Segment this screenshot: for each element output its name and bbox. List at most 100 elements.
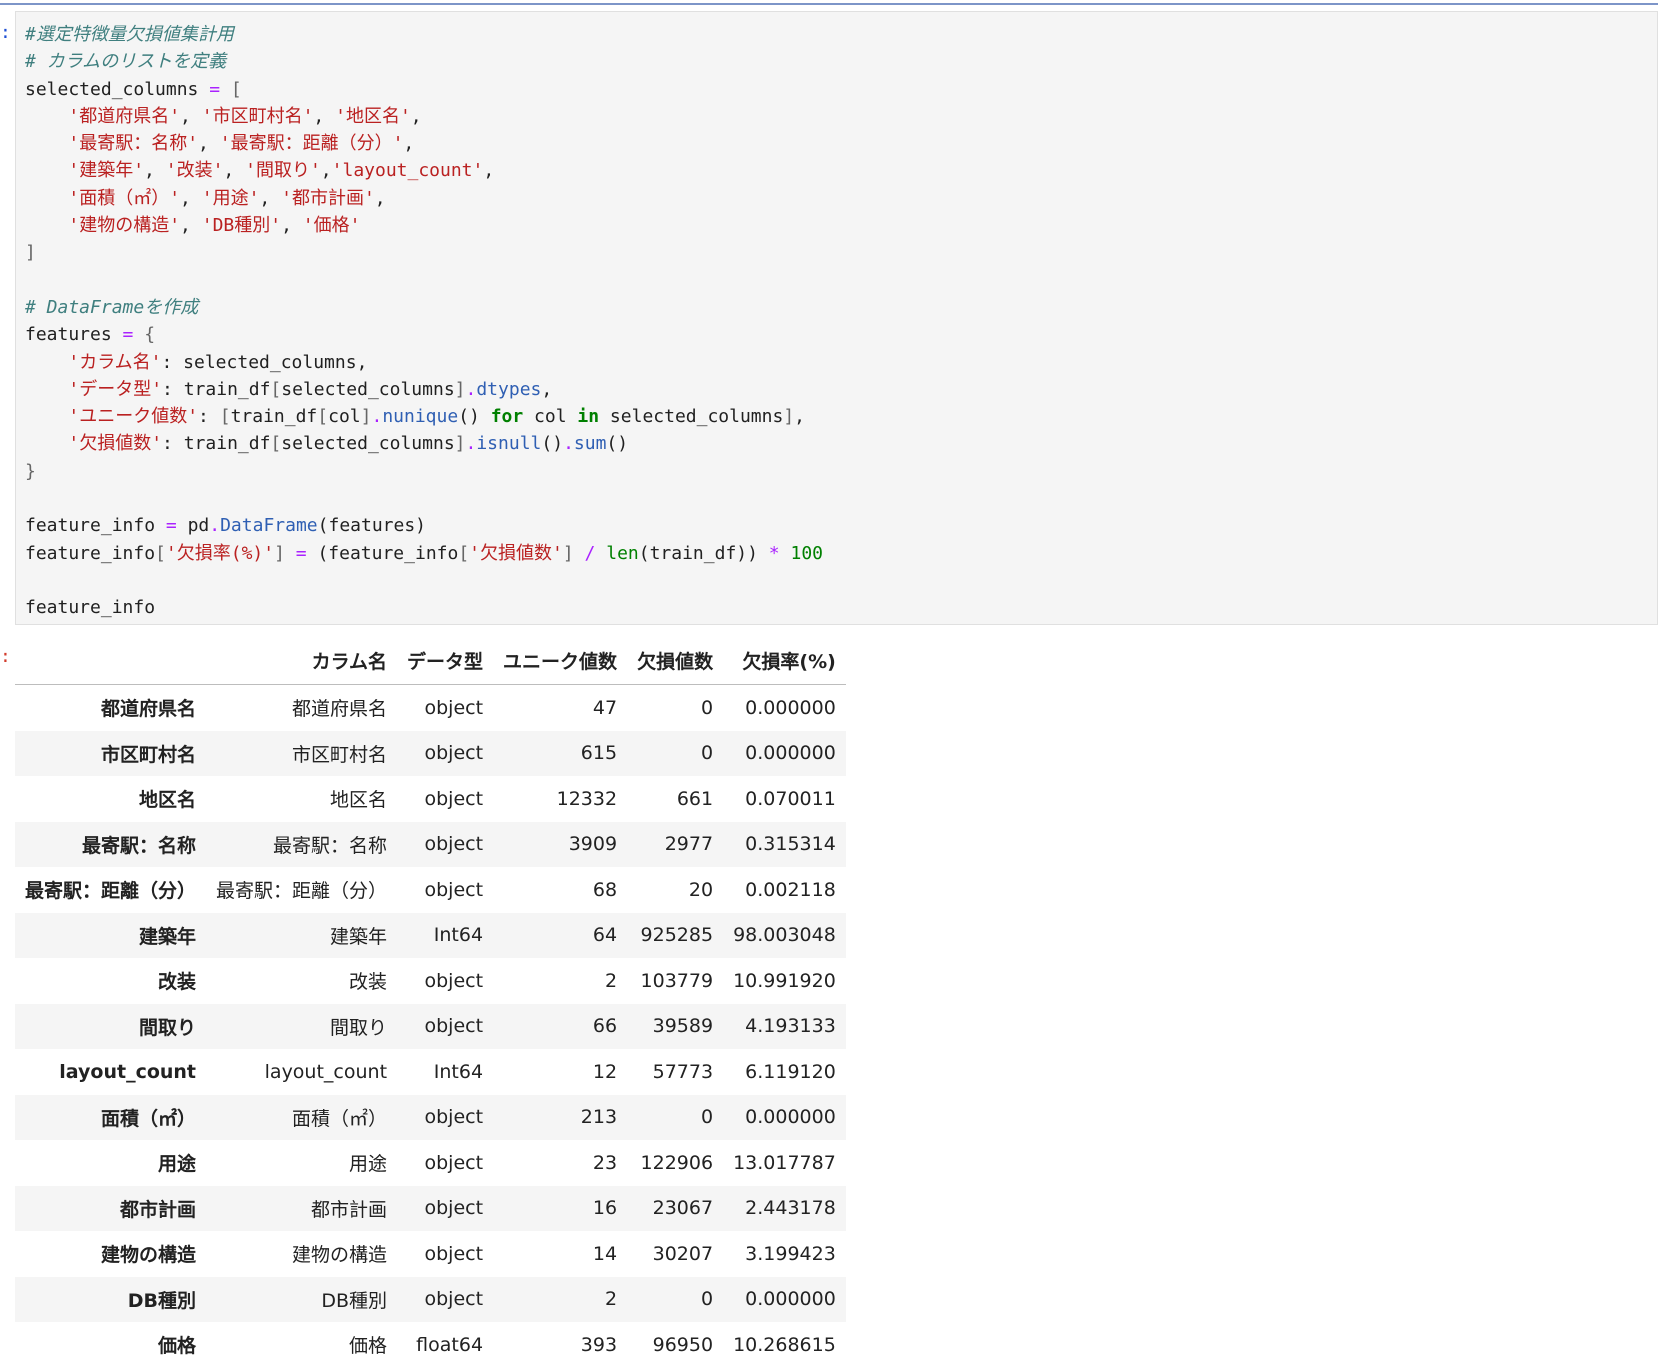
code-token: [ xyxy=(270,378,282,400)
code-token: . xyxy=(371,406,383,428)
code-line: '建築年', '改装', '間取り','layout_count', xyxy=(25,157,823,184)
cell-null-rate: 0.000000 xyxy=(745,742,836,765)
table-row: 面積（㎡） 面積（㎡） object 213 0 0.000000 xyxy=(15,1094,846,1140)
code-token: # DataFrameを作成 xyxy=(25,296,199,318)
code-token: [ xyxy=(230,78,242,100)
code-line: # カラムのリストを定義 xyxy=(25,48,823,75)
input-prompt-marker: : xyxy=(0,22,11,43)
code-line: selected_columns = [ xyxy=(25,76,823,103)
code-token: () xyxy=(541,433,564,455)
cell-null-count: 20 xyxy=(688,878,714,901)
cell-unique-count: 66 xyxy=(592,1015,618,1038)
code-token: . xyxy=(465,378,477,400)
row-index-label: 市区町村名 xyxy=(101,743,197,766)
code-token: # カラムのリストを定義 xyxy=(25,51,227,73)
cell-column-name: DB種別 xyxy=(321,1289,388,1312)
table-row: DB種別 DB種別 object 2 0 0.000000 xyxy=(15,1276,846,1322)
code-token: () xyxy=(458,406,491,428)
code-token: : xyxy=(198,406,220,428)
code-token: dtypes xyxy=(476,378,542,400)
code-token: '都道府県名' xyxy=(68,105,181,127)
code-token: (train_df)) xyxy=(638,542,769,564)
cell-column-name: 間取り xyxy=(330,1016,388,1039)
header-null-rate: 欠損率(%) xyxy=(723,636,846,685)
cell-dtype: object xyxy=(424,1288,484,1311)
code-token: () xyxy=(606,433,629,455)
dataframe-output-table: カラム名 データ型 ユニーク値数 欠損値数 欠損率(%) 都道府県名 都道府県名 o… xyxy=(15,636,846,1368)
code-line: '都道府県名', '市区町村名', '地区名', xyxy=(25,103,823,130)
cell-dtype: object xyxy=(424,1242,484,1265)
row-index-label: 最寄駅：名称 xyxy=(82,834,197,857)
cell-null-rate: 0.000000 xyxy=(745,1288,836,1311)
cell-top-rule xyxy=(0,3,1658,5)
code-token: '市区町村名' xyxy=(201,105,314,127)
cell-null-count: 0 xyxy=(700,696,714,719)
code-token: = xyxy=(209,78,221,100)
cell-null-count: 0 xyxy=(700,1288,714,1311)
cell-dtype: object xyxy=(424,878,484,901)
header-dtype: データ型 xyxy=(397,636,494,685)
code-token: [ xyxy=(317,406,329,428)
row-index-label: 最寄駅：距離（分） xyxy=(25,880,197,903)
code-token: [ xyxy=(458,542,470,564)
code-editor[interactable]: #選定特徴量欠損値集計用 # カラムのリストを定義 selected_columns… xyxy=(25,21,823,622)
code-token: len xyxy=(606,542,639,564)
code-token: col xyxy=(328,406,361,428)
code-token: , xyxy=(223,160,246,182)
code-token: '欠損値数' xyxy=(469,542,563,564)
table-row: 最寄駅：名称 最寄駅：名称 object 3909 2977 0.315314 xyxy=(15,821,846,867)
code-token: . xyxy=(465,433,477,455)
table-row: layout_count layout_count Int64 12 57773 6.11… xyxy=(15,1049,846,1095)
cell-null-count: 122906 xyxy=(640,1151,714,1174)
code-token: features xyxy=(25,324,123,346)
code-token: [ xyxy=(219,406,231,428)
row-index-label: 地区名 xyxy=(139,789,197,812)
code-token: 'layout_count' xyxy=(331,160,484,182)
cell-unique-count: 393 xyxy=(580,1333,618,1356)
row-index-label: 建物の構造 xyxy=(101,1244,197,1267)
row-index-label: 改装 xyxy=(158,971,197,994)
cell-null-count: 661 xyxy=(676,787,714,810)
code-line: 'カラム名': selected_columns, xyxy=(25,349,823,376)
code-token: '建築年' xyxy=(68,160,145,182)
cell-null-rate: 0.002118 xyxy=(745,878,836,901)
code-cell[interactable]: #選定特徴量欠損値集計用 # カラムのリストを定義 selected_columns… xyxy=(15,11,1658,625)
cell-unique-count: 12332 xyxy=(556,787,618,810)
code-token: , xyxy=(313,105,336,127)
cell-column-name: 都市計画 xyxy=(311,1198,388,1221)
code-line: } xyxy=(25,458,823,485)
cell-unique-count: 12 xyxy=(592,1060,618,1083)
cell-null-count: 39589 xyxy=(652,1015,714,1038)
cell-null-count: 96950 xyxy=(652,1333,714,1356)
cell-column-name: 最寄駅：名称 xyxy=(273,834,388,857)
cell-dtype: object xyxy=(424,1197,484,1220)
cell-unique-count: 47 xyxy=(592,696,618,719)
code-line: feature_info['欠損率(%)'] = (feature_info['… xyxy=(25,540,823,567)
code-token: ] xyxy=(25,242,36,264)
code-token: nunique xyxy=(382,406,459,428)
cell-dtype: object xyxy=(424,969,484,992)
cell-null-rate: 0.315314 xyxy=(745,833,836,856)
cell-unique-count: 615 xyxy=(580,742,618,765)
row-index-label: DB種別 xyxy=(127,1289,197,1312)
table-row: 地区名 地区名 object 12332 661 0.070011 xyxy=(15,776,846,822)
code-token: for xyxy=(490,406,524,428)
row-index-label: 面積（㎡） xyxy=(101,1107,197,1130)
cell-null-count: 23067 xyxy=(652,1197,714,1220)
code-line: feature_info xyxy=(25,594,823,621)
cell-dtype: object xyxy=(424,833,484,856)
cell-null-rate: 2.443178 xyxy=(745,1197,836,1220)
code-token: , xyxy=(180,215,202,237)
code-token: selected_columns xyxy=(25,78,210,100)
code-token: ] xyxy=(454,378,466,400)
code-token: , xyxy=(410,105,422,127)
code-token: in xyxy=(577,406,600,428)
code-token: feature_info xyxy=(25,515,166,537)
cell-unique-count: 16 xyxy=(592,1197,618,1220)
